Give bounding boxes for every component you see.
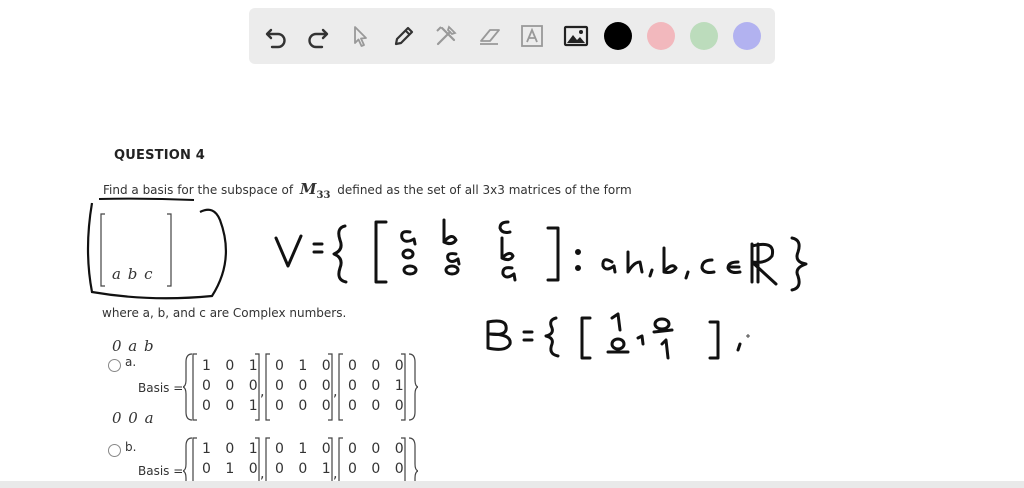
where-text: where a, b, and c are Complex numbers.	[102, 306, 347, 320]
handwritten-underline	[98, 197, 195, 201]
option-b-matrix-1: 1 0 1 0 1 0	[202, 441, 263, 477]
option-a-matrix-2: 0 1 0 0 0 0 0 0 0	[275, 358, 336, 414]
matrix-space-symbol: M33	[299, 180, 331, 201]
matrix-form-row: a b c	[112, 265, 153, 283]
question-title: QUESTION 4	[114, 148, 206, 163]
select-arrow-icon[interactable]	[345, 21, 375, 51]
image-icon[interactable]	[561, 21, 591, 51]
option-a-matrix-3: 0 0 0 0 0 1 0 0 0	[348, 358, 409, 414]
bottom-scrollbar[interactable]	[0, 481, 1024, 488]
handwritten-line-1	[274, 218, 808, 292]
drawing-toolbar	[249, 8, 775, 64]
question-text-before: Find a basis for the subspace of	[103, 183, 294, 197]
handwritten-line-2	[486, 312, 742, 360]
option-a-radio[interactable]	[108, 359, 121, 372]
eraser-icon[interactable]	[475, 21, 505, 51]
text-tool-icon[interactable]	[517, 21, 547, 51]
option-a-letter: a.	[125, 355, 137, 369]
option-b-letter: b.	[125, 440, 137, 454]
color-purple[interactable]	[733, 22, 761, 50]
question-text-after: defined as the set of all 3x3 matrices o…	[337, 183, 632, 197]
redo-icon[interactable]	[303, 21, 333, 51]
option-a-basis-label: Basis =	[138, 381, 184, 395]
cursor-crosshair	[746, 334, 750, 338]
color-pink[interactable]	[647, 22, 675, 50]
option-a-matrix-1: 1 0 1 0 0 0 0 0 1	[202, 358, 263, 414]
color-black[interactable]	[604, 22, 632, 50]
option-b-matrix-2: 0 1 0 0 0 1	[275, 441, 336, 477]
matrix-form-row: 0 0 a	[112, 409, 154, 427]
tools-icon[interactable]	[431, 21, 461, 51]
undo-icon[interactable]	[261, 21, 291, 51]
color-green[interactable]	[690, 22, 718, 50]
option-b-matrix-3: 0 0 0 0 0 0	[348, 441, 409, 477]
pen-icon[interactable]	[389, 21, 419, 51]
option-b-radio[interactable]	[108, 444, 121, 457]
option-b-basis-label: Basis =	[138, 464, 184, 478]
